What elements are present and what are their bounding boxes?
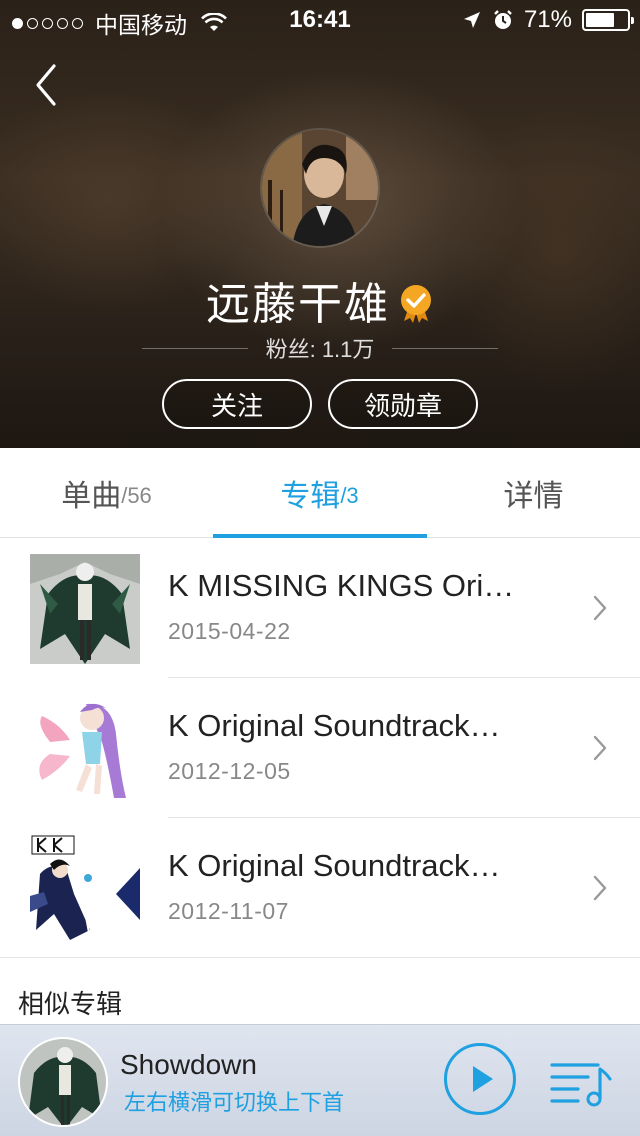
- location-arrow-icon: [463, 12, 480, 28]
- album-title: K MISSING KINGS Ori…: [168, 568, 515, 603]
- album-art: [30, 694, 140, 804]
- tab-singles[interactable]: 单曲/56: [0, 448, 213, 538]
- follow-button[interactable]: 关注: [162, 379, 312, 429]
- fans-count: 粉丝: 1.1万: [265, 337, 375, 362]
- get-badge-button[interactable]: 领勋章: [328, 379, 478, 429]
- now-playing-art: [20, 1039, 106, 1125]
- artist-photo: [262, 130, 378, 246]
- play-button[interactable]: [444, 1043, 516, 1115]
- album-release-date: 2012-11-07: [168, 898, 289, 924]
- album-cover: [30, 554, 140, 664]
- album-art: [30, 554, 140, 664]
- chevron-right-icon: [593, 735, 607, 761]
- chevron-right-icon: [593, 875, 607, 901]
- back-icon[interactable]: [30, 62, 64, 108]
- artist-name: 远藤干雄: [0, 268, 640, 332]
- album-list: K MISSING KINGS Ori… 2015-04-22 K Origin…: [0, 538, 640, 958]
- status-right: 71%: [462, 6, 634, 34]
- now-playing-cover[interactable]: [18, 1037, 108, 1127]
- tab-bar: 单曲/56 专辑/3 详情: [0, 448, 640, 538]
- battery-tip: [631, 17, 634, 24]
- divider: [392, 347, 498, 349]
- similar-albums-heading: 相似专辑: [18, 989, 123, 1019]
- tab-label: 详情: [503, 480, 564, 513]
- status-bar: 中国移动 16:41 71%: [0, 0, 640, 40]
- album-release-date: 2012-12-05: [168, 758, 291, 784]
- chevron-right-icon: [593, 595, 607, 621]
- album-release-date: 2015-04-22: [168, 618, 291, 644]
- now-playing-title: Showdown: [120, 1049, 257, 1080]
- tab-count: /56: [121, 483, 152, 508]
- tab-details[interactable]: 详情: [427, 448, 640, 538]
- tab-count: /3: [340, 483, 359, 508]
- swipe-hint: 左右横滑可切换上下首: [124, 1090, 345, 1115]
- artist-avatar: [260, 128, 380, 248]
- battery-percent: 71%: [523, 6, 572, 33]
- row-divider: [0, 957, 640, 958]
- artist-header: 中国移动 16:41 71% 远藤干雄 粉丝: 1.1万 关注 领勋章: [0, 0, 640, 448]
- play-icon: [473, 1066, 493, 1092]
- fans-row: 粉丝: 1.1万: [142, 332, 498, 364]
- tab-label: 专辑: [280, 480, 341, 513]
- album-title: K Original Soundtrack…: [168, 848, 501, 883]
- tab-label: 单曲: [61, 480, 122, 513]
- divider: [142, 347, 248, 349]
- alarm-icon: [494, 10, 512, 29]
- album-cover: [30, 694, 140, 804]
- artist-name-text: 远藤干雄: [206, 280, 390, 329]
- album-title: K Original Soundtrack…: [168, 708, 501, 743]
- battery-icon: [582, 9, 634, 31]
- tab-albums[interactable]: 专辑/3: [213, 448, 426, 538]
- album-row[interactable]: K Original Soundtrack… 2012-12-05: [0, 678, 640, 818]
- album-art: [30, 834, 140, 944]
- playlist-icon[interactable]: [548, 1055, 612, 1107]
- verified-badge-icon: [401, 285, 431, 323]
- battery-level: [586, 13, 615, 27]
- album-row[interactable]: K Original Soundtrack… 2012-11-07: [0, 818, 640, 958]
- mini-player[interactable]: Showdown 左右横滑可切换上下首: [0, 1024, 640, 1136]
- album-row[interactable]: K MISSING KINGS Ori… 2015-04-22: [0, 538, 640, 678]
- album-cover: [30, 834, 140, 944]
